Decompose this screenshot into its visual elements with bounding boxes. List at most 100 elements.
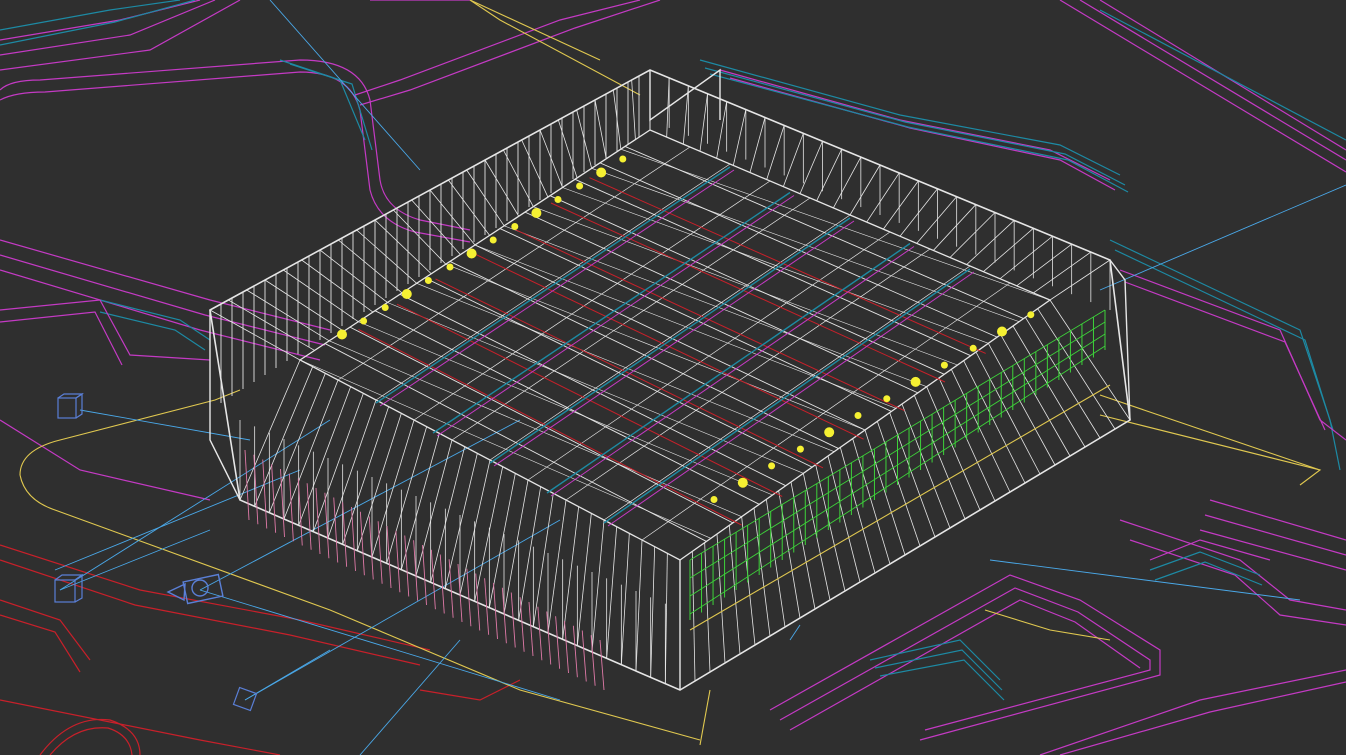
facade-panel [368,516,374,580]
facade-panel [315,487,321,555]
roof-rib [474,466,504,602]
wireframe-scene[interactable] [0,0,1346,755]
roof-rib [816,148,843,202]
light-fixture[interactable] [596,167,607,178]
service-line [489,217,851,464]
roof-rib [916,196,957,244]
truss-brace [474,244,896,409]
light-fixture[interactable] [883,395,891,403]
roof-rib [983,228,1034,272]
glazing-transom [689,309,1106,561]
roof-rib [635,539,643,672]
roof-rib [430,446,466,583]
facade-panel [386,525,392,589]
facade-panel [288,473,294,542]
roof-rib [716,533,726,664]
light-fixture[interactable] [446,263,454,271]
truss-brace [620,148,1051,301]
facade-panel [572,625,578,678]
light-fixture[interactable] [381,304,389,311]
light-gizmo-icon[interactable] [54,573,258,712]
facade-panel [395,530,401,593]
facade-edge [689,384,1111,631]
light-fixture[interactable] [796,445,804,453]
light-fixture[interactable] [576,182,584,190]
roof-rib [753,507,771,637]
roof-rib [749,117,766,173]
service-line [432,191,791,434]
roof-rib [650,546,656,678]
roof-rib [1049,259,1111,301]
light-fixture[interactable] [910,376,921,387]
light-fixture[interactable] [619,155,627,163]
roof-rib [488,473,516,608]
facade-panel [359,511,365,576]
roof-rib [547,499,567,634]
roof-rib [239,359,301,501]
truss-brace [562,187,989,344]
roof-rib [484,159,520,217]
roof-rib [790,481,816,610]
light-fixture[interactable] [768,462,776,470]
roof-rib [732,109,747,166]
roof-rib [400,433,440,570]
facade-panel [333,497,339,563]
facade-panel [555,616,561,669]
roof-rib [338,239,403,294]
roof-rib [393,209,447,265]
roof-rib [849,164,881,216]
roof-rib [1016,243,1072,287]
light-fixture[interactable] [824,427,835,438]
light-fixture[interactable] [401,289,412,299]
light-fixture[interactable] [710,496,718,503]
service-line [607,271,975,527]
roof-rib [966,220,1015,265]
light-fixture[interactable] [466,248,477,259]
roof-rib [1033,251,1092,294]
roof-rib [852,438,891,565]
light-fixture[interactable] [940,361,948,369]
roof-rib [933,204,977,251]
roof-rib [503,479,529,615]
roof-rib [728,525,741,655]
3d-viewport[interactable] [0,0,1346,755]
light-fixture[interactable] [489,236,497,244]
roof-rib [429,189,476,246]
roof-rib [987,343,1056,466]
truss-brace [329,340,742,517]
service-line [550,246,915,497]
facade-panel [439,554,445,614]
roof-rib [557,119,578,179]
roof-rib [562,506,580,640]
light-fixture[interactable] [337,329,347,340]
facade-panel [448,559,454,618]
roof-rib [975,351,1041,475]
roof-truss [527,231,891,481]
service-line [435,278,824,469]
light-fixture[interactable] [531,208,542,218]
light-fixture[interactable] [854,412,862,419]
roof-rib [521,139,549,198]
light-fixture[interactable] [1027,311,1035,319]
light-fixture[interactable] [969,344,977,352]
light-fixture[interactable] [360,317,368,325]
facade-panel [430,549,436,610]
roof-rib [741,516,756,646]
facade-panel [599,639,605,691]
roof-rib [246,289,330,342]
light-fixture[interactable] [424,277,432,284]
glazing-transom [689,333,1106,597]
light-fixture[interactable] [511,223,519,230]
roof-truss-grid [209,70,1131,690]
light-fixture[interactable] [554,196,562,203]
camera-target-lines [54,0,1346,755]
roof-rib [832,156,862,209]
camera-target-icon[interactable] [57,392,84,419]
light-fixture[interactable] [737,477,748,488]
facade-panel [422,544,427,606]
stadium-building[interactable] [209,68,1131,691]
roof-rib [312,393,364,532]
camera-icon[interactable] [166,573,224,605]
light-fixture[interactable] [997,326,1007,337]
roof-rib [228,299,315,351]
